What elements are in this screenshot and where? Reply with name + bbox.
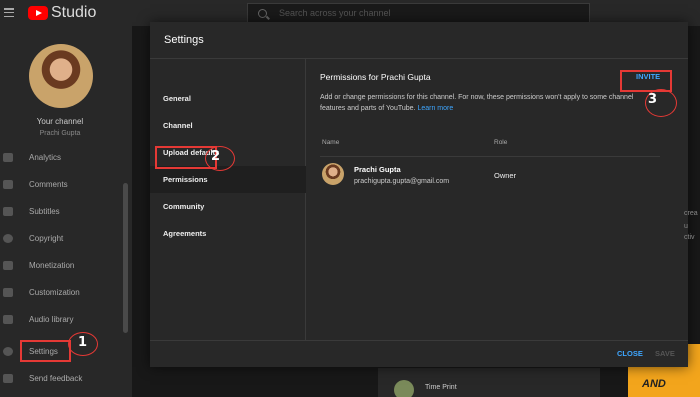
tab-general[interactable]: General bbox=[150, 85, 306, 112]
annotation-number: 1 bbox=[78, 335, 88, 350]
sidebar-scrollbar[interactable] bbox=[123, 183, 128, 333]
sidebar-item-label: Analytics bbox=[29, 152, 62, 162]
sidebar-item-label: Send feedback bbox=[29, 373, 83, 383]
subtitles-icon bbox=[3, 206, 13, 216]
search-input[interactable]: Search across your channel bbox=[247, 3, 590, 23]
feedback-icon bbox=[3, 373, 13, 383]
copyright-icon bbox=[3, 233, 13, 243]
settings-tab-list: General Channel Upload defaults Permissi… bbox=[150, 59, 306, 340]
sidebar-item-label: Copyright bbox=[29, 233, 64, 243]
tab-permissions[interactable]: Permissions bbox=[150, 166, 306, 193]
background-video-card[interactable]: Time Print bbox=[378, 368, 600, 397]
search-icon bbox=[258, 8, 267, 18]
search-placeholder: Search across your channel bbox=[279, 8, 391, 18]
comments-icon bbox=[3, 179, 13, 189]
sidebar-item-customization[interactable]: Customization bbox=[0, 281, 120, 303]
youtube-logo-icon[interactable] bbox=[28, 6, 48, 20]
user-avatar bbox=[322, 163, 344, 185]
annotation-number: 2 bbox=[211, 149, 221, 164]
description-text: Add or change permissions for this chann… bbox=[320, 94, 634, 112]
app-name: Studio bbox=[51, 4, 97, 21]
permissions-title: Permissions for Prachi Gupta bbox=[320, 72, 431, 82]
tab-agreements[interactable]: Agreements bbox=[150, 220, 306, 247]
divider bbox=[150, 340, 688, 341]
studio-window: Time Print SHORTS AND Studio Search acro… bbox=[0, 0, 700, 397]
column-header-role: Role bbox=[494, 139, 508, 146]
sidebar-item-comments[interactable]: Comments bbox=[0, 173, 120, 195]
sidebar-item-label: Monetization bbox=[29, 260, 75, 270]
column-header-name: Name bbox=[322, 139, 340, 146]
tab-community[interactable]: Community bbox=[150, 193, 306, 220]
close-button[interactable]: CLOSE bbox=[617, 349, 643, 358]
user-email: prachigupta.gupta@gmail.com bbox=[354, 178, 450, 185]
card-thumbnail bbox=[394, 380, 414, 397]
your-channel-label: Your channel bbox=[36, 117, 84, 126]
background-text: ctiv bbox=[684, 234, 695, 241]
user-role: Owner bbox=[494, 171, 517, 180]
audio-library-icon bbox=[3, 314, 13, 324]
sidebar-item-audio-library[interactable]: Audio library bbox=[0, 308, 120, 330]
sidebar-item-send-feedback[interactable]: Send feedback bbox=[0, 367, 120, 389]
customization-icon bbox=[3, 287, 13, 297]
sidebar-item-label: Audio library bbox=[29, 314, 74, 324]
sidebar-item-monetization[interactable]: Monetization bbox=[0, 254, 120, 276]
analytics-icon bbox=[3, 152, 13, 162]
background-text: u bbox=[684, 223, 688, 230]
card-title: Time Print bbox=[425, 384, 457, 391]
sidebar-item-copyright[interactable]: Copyright bbox=[0, 227, 120, 249]
channel-name: Prachi Gupta bbox=[39, 130, 81, 137]
save-button[interactable]: SAVE bbox=[655, 349, 675, 358]
sidebar-item-label: Customization bbox=[29, 287, 80, 297]
monetization-icon bbox=[3, 260, 13, 270]
tab-channel[interactable]: Channel bbox=[150, 112, 306, 139]
divider bbox=[320, 156, 660, 157]
annotation-number: 3 bbox=[648, 92, 658, 107]
sidebar-item-analytics[interactable]: Analytics bbox=[0, 146, 120, 168]
background-text: crea bbox=[684, 210, 698, 217]
channel-avatar[interactable] bbox=[29, 44, 93, 108]
permissions-description: Add or change permissions for this chann… bbox=[320, 92, 650, 114]
sidebar-item-label: Subtitles bbox=[29, 206, 60, 216]
learn-more-link[interactable]: Learn more bbox=[417, 105, 453, 112]
sidebar-item-subtitles[interactable]: Subtitles bbox=[0, 200, 120, 222]
menu-icon[interactable] bbox=[4, 8, 14, 17]
gear-icon bbox=[3, 346, 13, 356]
sidebar-item-label: Comments bbox=[29, 179, 68, 189]
highlight-box-settings bbox=[20, 340, 71, 362]
dialog-title: Settings bbox=[164, 34, 204, 46]
user-name: Prachi Gupta bbox=[354, 165, 401, 174]
settings-dialog: Settings General Channel Upload defaults… bbox=[150, 22, 688, 367]
